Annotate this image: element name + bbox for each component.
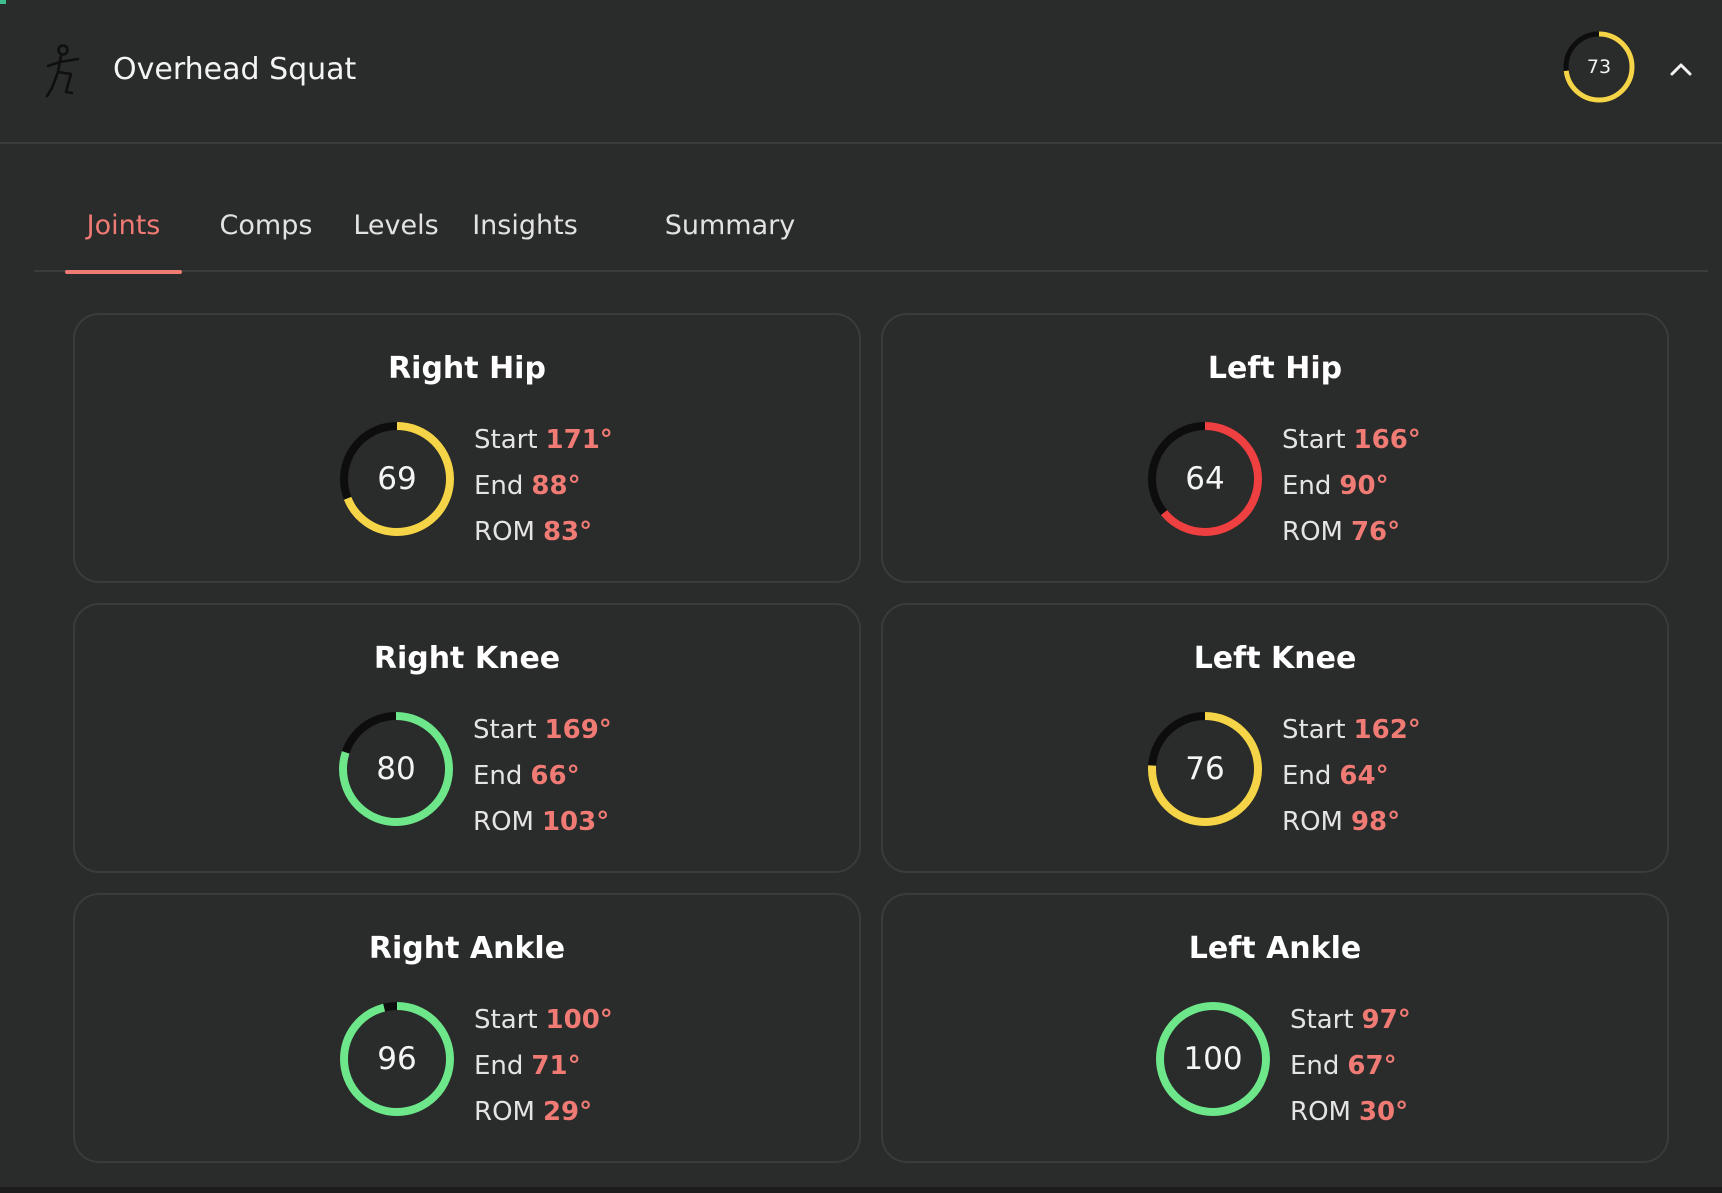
joint-name: Left Knee (1193, 641, 1357, 676)
joint-card-left-hip[interactable]: Left Hip 64 Start 166° End 90° ROM 76° (881, 313, 1669, 583)
joint-score-value: 69 (377, 461, 417, 497)
joint-name: Left Hip (1207, 351, 1343, 386)
joint-stats: Start 162° End 64° ROM 98° (1282, 707, 1421, 845)
joint-card-right-hip[interactable]: Right Hip 69 Start 171° End 88° ROM 83° (73, 313, 861, 583)
joint-score-gauge: 96 (337, 999, 457, 1119)
overall-score-value: 73 (1586, 56, 1612, 78)
joint-score-value: 100 (1183, 1041, 1243, 1077)
rom-angle: ROM 98° (1282, 807, 1401, 837)
joint-name: Right Ankle (368, 931, 566, 966)
tab-joints[interactable]: Joints (65, 190, 182, 274)
joint-name: Right Hip (388, 351, 546, 386)
start-angle: Start 169° (473, 715, 612, 745)
rom-angle: ROM 103° (473, 807, 610, 837)
start-angle: Start 171° (474, 425, 613, 455)
exercise-title: Overhead Squat (113, 52, 357, 87)
joint-stats: Start 171° End 88° ROM 83° (474, 417, 613, 555)
joint-stats: Start 169° End 66° ROM 103° (473, 707, 612, 845)
start-angle: Start 97° (1290, 1005, 1411, 1035)
joint-score-value: 80 (376, 751, 416, 787)
joint-score-gauge: 69 (337, 419, 457, 539)
start-angle: Start 166° (1282, 425, 1421, 455)
joint-score-gauge: 80 (336, 709, 456, 829)
end-angle: End 88° (474, 471, 581, 501)
joint-card-right-ankle[interactable]: Right Ankle 96 Start 100° End 71° ROM 29° (73, 893, 861, 1163)
start-angle: Start 162° (1282, 715, 1421, 745)
tab-bar: Joints Comps Levels Insights Summary (34, 190, 1708, 274)
tab-summary[interactable]: Summary (650, 190, 810, 272)
rom-angle: ROM 76° (1282, 517, 1401, 547)
overall-score-gauge: 73 (1562, 30, 1636, 104)
joint-score-value: 96 (377, 1041, 417, 1077)
bottom-edge (0, 1187, 1722, 1193)
joint-score-gauge: 100 (1153, 999, 1273, 1119)
end-angle: End 64° (1282, 761, 1389, 791)
tab-comps[interactable]: Comps (206, 190, 326, 272)
squat-figure-icon (44, 44, 90, 100)
start-angle: Start 100° (474, 1005, 613, 1035)
joint-name: Left Ankle (1188, 931, 1362, 966)
joint-score-gauge: 76 (1145, 709, 1265, 829)
end-angle: End 66° (473, 761, 580, 791)
joint-card-left-knee[interactable]: Left Knee 76 Start 162° End 64° ROM 98° (881, 603, 1669, 873)
joint-stats: Start 166° End 90° ROM 76° (1282, 417, 1421, 555)
joint-stats: Start 100° End 71° ROM 29° (474, 997, 613, 1135)
joint-score-value: 64 (1185, 461, 1225, 497)
joint-card-right-knee[interactable]: Right Knee 80 Start 169° End 66° ROM 103° (73, 603, 861, 873)
end-angle: End 90° (1282, 471, 1389, 501)
joint-score-value: 76 (1185, 751, 1225, 787)
joint-card-left-ankle[interactable]: Left Ankle 100 Start 97° End 67° ROM 30° (881, 893, 1669, 1163)
tab-insights[interactable]: Insights (466, 190, 584, 272)
end-angle: End 67° (1290, 1051, 1397, 1081)
rom-angle: ROM 30° (1290, 1097, 1409, 1127)
joint-score-gauge: 64 (1145, 419, 1265, 539)
rom-angle: ROM 83° (474, 517, 593, 547)
exercise-header[interactable]: Overhead Squat 73 (0, 0, 1722, 144)
rom-angle: ROM 29° (474, 1097, 593, 1127)
exercise-panel: Overhead Squat 73 Joints Comps Levels In… (0, 0, 1722, 1187)
joint-stats: Start 97° End 67° ROM 30° (1290, 997, 1411, 1135)
tab-levels[interactable]: Levels (346, 190, 446, 272)
end-angle: End 71° (474, 1051, 581, 1081)
chevron-up-icon[interactable] (1664, 52, 1698, 86)
joint-name: Right Knee (373, 641, 561, 676)
